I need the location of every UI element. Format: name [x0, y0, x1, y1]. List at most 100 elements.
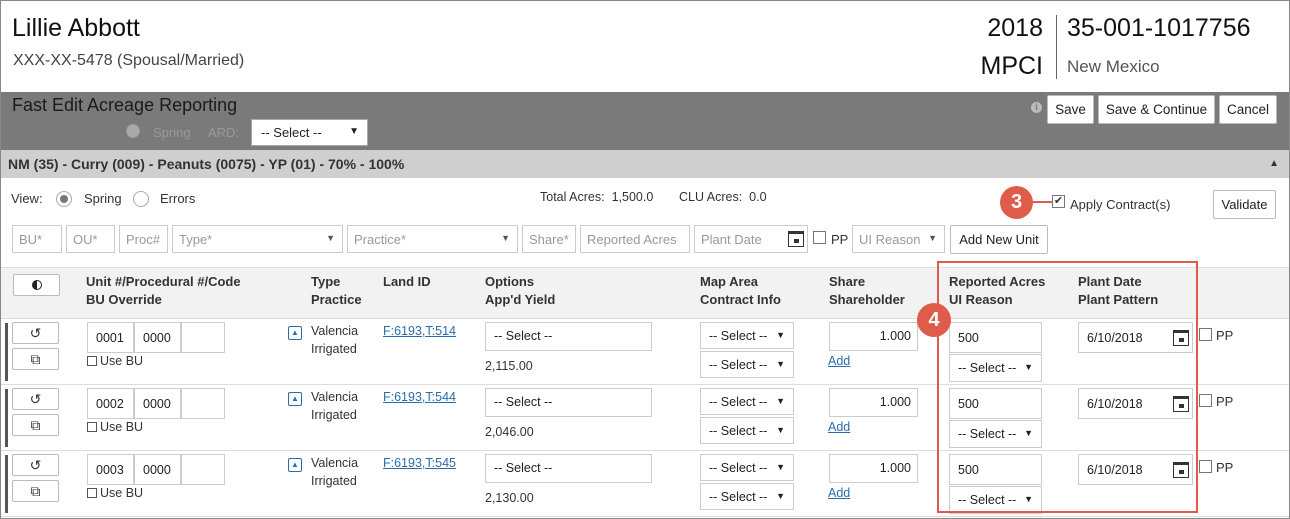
clu-acres: CLU Acres: 0.0: [679, 190, 767, 204]
ui-reason-select[interactable]: UI Reason ▼: [852, 225, 945, 253]
calendar-icon[interactable]: [1173, 330, 1189, 346]
pp-checkbox[interactable]: [1199, 328, 1212, 341]
program-type: MPCI: [980, 52, 1044, 80]
annotation-badge-3: 3: [1000, 186, 1033, 219]
plant-date-input[interactable]: 6/10/2018: [1078, 388, 1193, 419]
unit-number-input[interactable]: 0003: [87, 454, 134, 485]
add-shareholder-link[interactable]: Add: [828, 486, 850, 500]
collapse-icon[interactable]: ▲: [1269, 158, 1279, 169]
col-map-header: Map Area Contract Info: [700, 274, 781, 307]
proc-input[interactable]: Proc#: [119, 225, 168, 253]
ui-reason-select[interactable]: -- Select -- ▼: [949, 420, 1042, 448]
pp-checkbox[interactable]: [1199, 394, 1212, 407]
copy-button[interactable]: ⧉: [12, 348, 59, 370]
procedural-number-input[interactable]: 0000: [134, 454, 181, 485]
land-id-link[interactable]: F:6193,T:544: [383, 390, 456, 404]
pp-label: PP: [1216, 394, 1234, 409]
pp-label: PP: [1216, 460, 1234, 475]
share-input[interactable]: 1.000: [829, 322, 918, 351]
contract-info-select[interactable]: -- Select -- ▼: [700, 483, 794, 510]
code-input[interactable]: [181, 388, 225, 419]
contract-info-select[interactable]: -- Select -- ▼: [700, 351, 794, 378]
add-new-unit-button[interactable]: Add New Unit: [950, 225, 1048, 254]
type-select[interactable]: Type* ▼: [172, 225, 343, 253]
procedural-number-input[interactable]: 0000: [134, 388, 181, 419]
ui-reason-select[interactable]: -- Select -- ▼: [949, 486, 1042, 514]
procedural-number-input[interactable]: 0000: [134, 322, 181, 353]
expand-up-icon[interactable]: ▲: [288, 392, 302, 406]
plant-date-input[interactable]: 6/10/2018: [1078, 454, 1193, 485]
reported-acres-input[interactable]: 500: [949, 388, 1042, 419]
copy-button[interactable]: ⧉: [12, 414, 59, 436]
calendar-icon[interactable]: [1173, 462, 1189, 478]
reported-acres-input[interactable]: 500: [949, 322, 1042, 353]
undo-button[interactable]: ↺: [12, 454, 59, 476]
validate-button[interactable]: Validate: [1213, 190, 1276, 219]
use-bu-checkbox[interactable]: Use BU: [87, 354, 143, 368]
chevron-down-icon: ▼: [1024, 428, 1033, 438]
pp-label: PP: [1216, 328, 1234, 343]
ard-select[interactable]: -- Select -- ▼: [251, 119, 368, 146]
total-acres: Total Acres: 1,500.0: [540, 190, 653, 204]
ui-reason-select[interactable]: -- Select -- ▼: [949, 354, 1042, 382]
undo-button[interactable]: ↺: [12, 322, 59, 344]
options-select[interactable]: -- Select --: [485, 388, 652, 417]
expand-up-icon[interactable]: ▲: [288, 458, 302, 472]
calendar-icon[interactable]: [1173, 396, 1189, 412]
code-input[interactable]: [181, 322, 225, 353]
cancel-button[interactable]: Cancel: [1219, 95, 1277, 124]
plant-date-input[interactable]: 6/10/2018: [1078, 322, 1193, 353]
row-type: Valencia: [311, 390, 359, 404]
insured-ssn: XXX-XX-5478 (Spousal/Married): [13, 52, 245, 69]
use-bu-checkbox[interactable]: Use BU: [87, 420, 143, 434]
pp-checkbox[interactable]: [1199, 460, 1212, 473]
reported-acres-input[interactable]: 500: [949, 454, 1042, 485]
use-bu-box: [87, 422, 97, 432]
annotation-3-pointer: [1032, 201, 1052, 203]
options-select[interactable]: -- Select --: [485, 322, 652, 351]
bu-input[interactable]: BU*: [12, 225, 62, 253]
practice-select[interactable]: Practice* ▼: [347, 225, 518, 253]
col-acres-header: Reported Acres UI Reason: [949, 274, 1046, 307]
add-shareholder-link[interactable]: Add: [828, 354, 850, 368]
view-label: View:: [11, 191, 43, 206]
view-spring-radio[interactable]: [56, 191, 72, 207]
map-area-select[interactable]: -- Select -- ▼: [700, 388, 794, 415]
undo-icon: ↺: [29, 457, 42, 473]
ou-input[interactable]: OU*: [66, 225, 115, 253]
land-id-link[interactable]: F:6193,T:514: [383, 324, 456, 338]
code-input[interactable]: [181, 454, 225, 485]
approved-yield: 2,130.00: [485, 491, 534, 505]
pp-checkbox[interactable]: [813, 231, 826, 244]
reported-acres-input[interactable]: Reported Acres: [580, 225, 690, 253]
save-button[interactable]: Save: [1047, 95, 1094, 124]
share-input[interactable]: 1.000: [829, 388, 918, 417]
view-errors-radio[interactable]: [133, 191, 149, 207]
undo-button[interactable]: ↺: [12, 388, 59, 410]
add-shareholder-link[interactable]: Add: [828, 420, 850, 434]
contrast-toggle-button[interactable]: [13, 274, 60, 296]
map-area-select[interactable]: -- Select -- ▼: [700, 322, 794, 349]
plant-date-input[interactable]: Plant Date: [694, 225, 808, 253]
undo-icon: ↺: [29, 391, 42, 407]
apply-contracts-checkbox[interactable]: ✔: [1052, 195, 1065, 208]
unit-number-input[interactable]: 0001: [87, 322, 134, 353]
use-bu-checkbox[interactable]: Use BU: [87, 486, 143, 500]
crop-section-header[interactable]: NM (35) - Curry (009) - Peanuts (0075) -…: [1, 150, 1289, 178]
share-input[interactable]: Share*: [522, 225, 576, 253]
info-icon[interactable]: i: [1031, 102, 1042, 113]
land-id-link[interactable]: F:6193,T:545: [383, 456, 456, 470]
share-input[interactable]: 1.000: [829, 454, 918, 483]
copy-button[interactable]: ⧉: [12, 480, 59, 502]
contract-info-select[interactable]: -- Select -- ▼: [700, 417, 794, 444]
options-select[interactable]: -- Select --: [485, 454, 652, 483]
spring-radio[interactable]: [126, 124, 140, 138]
save-continue-button[interactable]: Save & Continue: [1098, 95, 1215, 124]
chevron-down-icon: ▼: [776, 396, 785, 406]
unit-number-input[interactable]: 0002: [87, 388, 134, 419]
spring-label: Spring: [153, 125, 191, 140]
expand-up-icon[interactable]: ▲: [288, 326, 302, 340]
chevron-down-icon: ▼: [776, 330, 785, 340]
calendar-icon[interactable]: [788, 231, 804, 247]
map-area-select[interactable]: -- Select -- ▼: [700, 454, 794, 481]
